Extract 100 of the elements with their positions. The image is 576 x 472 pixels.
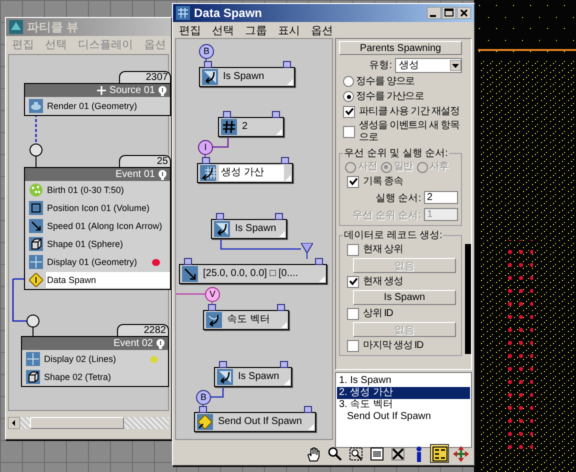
port-icon[interactable] — [272, 111, 280, 118]
port-icon[interactable] — [204, 61, 212, 68]
port-icon[interactable] — [283, 61, 291, 68]
port-circle[interactable]: B — [196, 390, 211, 405]
port-icon[interactable] — [280, 361, 288, 368]
port-icon[interactable] — [184, 258, 192, 265]
operator-label[interactable]: Data Spawn — [46, 272, 170, 288]
port-icon[interactable] — [216, 213, 224, 220]
curved-arrow-icon — [202, 69, 218, 85]
plus-icon — [97, 86, 106, 95]
port-circle[interactable]: V — [205, 287, 220, 302]
maximize-button[interactable] — [442, 7, 456, 19]
menu-item[interactable]: 선택 — [212, 22, 234, 38]
operator-label[interactable]: Shape 02 (Tetra) — [43, 369, 168, 385]
menu-item[interactable]: 표시 — [278, 22, 300, 38]
checkbox-label: 생성을 이벤트의 새 항목으로 — [359, 120, 461, 144]
port-circle[interactable]: I — [198, 140, 213, 155]
operator-label[interactable]: Display 02 (Lines) — [43, 351, 147, 367]
checkbox-label: 파티클 사용 기간 재설정 — [359, 106, 460, 118]
checkbox[interactable] — [347, 276, 359, 288]
pick-button[interactable]: Is Spawn — [353, 290, 456, 305]
event-node[interactable]: Source 01 Render 01 (Geometry) — [24, 83, 171, 116]
input-field[interactable]: 2 — [424, 191, 458, 204]
port-icon[interactable] — [315, 258, 323, 265]
field-label: 유형: — [369, 59, 392, 72]
option-label: 정수를 양으로 — [356, 76, 415, 88]
operator-label[interactable]: Shape 01 (Sphere) — [46, 236, 170, 252]
corner-icon — [281, 322, 287, 328]
radio-button[interactable] — [343, 91, 354, 102]
port-icon[interactable] — [281, 157, 289, 164]
operator-label[interactable]: Speed 01 (Along Icon Arrow) — [46, 218, 170, 234]
dropdown-arrow-icon[interactable] — [450, 60, 461, 70]
node-label: 2 — [241, 120, 249, 134]
menu-item[interactable]: 옵션 — [311, 22, 333, 38]
radio-button[interactable] — [343, 76, 354, 87]
hand-icon — [306, 446, 322, 462]
checkbox[interactable] — [347, 176, 359, 188]
port-icon[interactable] — [223, 111, 231, 118]
event-title: Source 01 — [109, 85, 155, 96]
port-icon[interactable] — [275, 213, 283, 220]
field-label: 실행 순서: — [375, 192, 421, 204]
close-button[interactable] — [457, 7, 471, 19]
operator-node[interactable]: Is Spawn — [199, 67, 295, 87]
list-item[interactable]: Send Out If Spawn — [337, 411, 470, 423]
operator-node[interactable]: 생성 가산 — [197, 163, 293, 183]
operator-node[interactable]: [25.0, 0.0, 0.0] □ [0.... — [179, 264, 327, 284]
scroll-thumb[interactable] — [465, 244, 471, 354]
checkbox-label: 마지막 생성 ID — [363, 340, 424, 352]
triangle-icon — [301, 243, 313, 253]
scroll-left-button[interactable] — [8, 417, 20, 429]
menu-item[interactable]: 그룹 — [245, 22, 267, 38]
port-circle[interactable]: B — [199, 44, 214, 59]
teapot-icon — [29, 99, 43, 113]
operator-label[interactable]: Position Icon 01 (Volume) — [46, 200, 170, 216]
order-icon — [432, 446, 448, 462]
toolbar-button[interactable] — [451, 444, 470, 463]
event-node[interactable]: Event 01 Birth 01 (0-30 T:50) Position Icon 01 (Volume) Speed 01 (Along Icon Arrow) Shape 01 (Sphere) Display 01 (Geometry) Data Spawn — [24, 167, 171, 290]
operator-label[interactable]: Display 01 (Geometry) — [46, 254, 149, 270]
option-label: 사후 — [430, 161, 448, 173]
list-item[interactable]: 2. 생성 가산 — [337, 387, 470, 399]
cube-icon — [26, 370, 40, 384]
operator-node[interactable]: Send Out If Spawn — [194, 412, 316, 432]
port-icon[interactable] — [208, 304, 216, 311]
checkbox[interactable] — [347, 244, 359, 256]
diamond-icon — [29, 273, 43, 287]
checkbox[interactable] — [347, 340, 359, 352]
grid-arrow-icon — [200, 165, 216, 181]
port-icon[interactable] — [219, 361, 227, 368]
checkbox[interactable] — [343, 126, 355, 138]
operator-label[interactable]: Birth 01 (0-30 T:50) — [46, 182, 170, 198]
operator-node[interactable]: Is Spawn — [214, 367, 292, 387]
rollout-header[interactable]: Parents Spawning — [339, 41, 462, 55]
node-label: [25.0, 0.0, 0.0] □ [0.... — [202, 267, 299, 281]
scroll-thumb[interactable] — [30, 417, 124, 429]
port-icon[interactable] — [304, 406, 312, 413]
menu-item[interactable]: 편집 — [179, 22, 201, 38]
arrow-icon — [182, 266, 198, 282]
node-label: 생성 가산 — [219, 165, 284, 181]
corner-icon — [308, 424, 314, 430]
frame-icon — [29, 201, 43, 215]
corner-icon — [279, 231, 285, 237]
minimize-button[interactable] — [427, 7, 441, 19]
operator-label[interactable]: Render 01 (Geometry) — [46, 98, 170, 114]
option-label: 정수를 가산으로 — [356, 90, 424, 102]
operator-node[interactable]: Is Spawn — [211, 219, 287, 239]
type-dropdown[interactable]: 생성 — [395, 58, 462, 72]
port-icon[interactable] — [202, 157, 210, 164]
checkbox-label: 현재 상위 — [363, 244, 403, 256]
port-icon[interactable] — [199, 406, 207, 413]
list-item[interactable]: 1. Is Spawn — [337, 375, 470, 387]
operator-node[interactable]: 속도 벡터 — [203, 310, 289, 330]
dotted-circle-icon — [29, 183, 43, 197]
app-icon — [9, 20, 23, 34]
checkbox[interactable] — [347, 308, 359, 320]
event-node[interactable]: Event 02 Display 02 (Lines) Shape 02 (Tetra) — [21, 336, 169, 387]
checkbox[interactable] — [343, 106, 355, 118]
operator-node[interactable]: 2 — [218, 117, 284, 137]
list-item[interactable]: 3. 속도 벡터 — [337, 399, 470, 411]
toolbar-button[interactable] — [430, 444, 449, 463]
port-icon[interactable] — [277, 304, 285, 311]
